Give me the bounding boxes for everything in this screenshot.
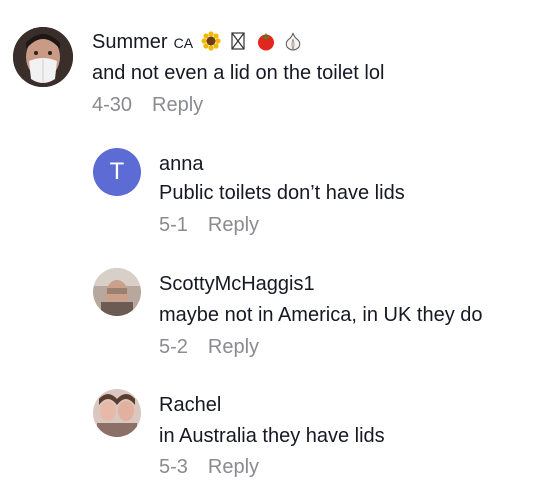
sunflower-icon bbox=[200, 31, 221, 51]
comment-text: maybe not in America, in UK they do bbox=[159, 304, 483, 326]
comment-username[interactable]: ScottyMcHaggis1 bbox=[159, 273, 315, 296]
reply-item: ScottyMcHaggis1 maybe not in America, in… bbox=[0, 262, 544, 372]
avatar[interactable] bbox=[93, 389, 141, 437]
comment-username[interactable]: Summer CA bbox=[92, 31, 303, 54]
comment-date: 5-1 bbox=[159, 214, 188, 236]
comment-item: Summer CA and not even a lid on the toile… bbox=[0, 0, 544, 130]
comment-text: in Australia they have lids bbox=[159, 425, 385, 447]
comment-text: Public toilets don’t have lids bbox=[159, 182, 405, 204]
reply-button[interactable]: Reply bbox=[152, 94, 203, 116]
comment-meta: 5-1 Reply bbox=[159, 214, 259, 237]
avatar[interactable] bbox=[13, 27, 73, 87]
comment-date: 5-3 bbox=[159, 456, 188, 478]
reply-item: Rachel in Australia they have lids 5-3 Re… bbox=[0, 383, 544, 486]
location-badge: CA bbox=[173, 35, 194, 51]
comment-text: and not even a lid on the toilet lol bbox=[92, 62, 385, 84]
comment-meta: 5-2 Reply bbox=[159, 336, 259, 359]
username-text: Summer bbox=[92, 31, 168, 53]
avatar[interactable]: T bbox=[93, 148, 141, 196]
garlic-icon bbox=[285, 32, 301, 51]
tomato-icon bbox=[257, 33, 274, 51]
comment-username[interactable]: Rachel bbox=[159, 394, 221, 417]
comment-username[interactable]: anna bbox=[159, 153, 204, 176]
comment-meta: 4-30 Reply bbox=[92, 94, 203, 117]
avatar[interactable] bbox=[93, 268, 141, 316]
reply-item: T anna Public toilets don’t have lids 5-… bbox=[0, 140, 544, 250]
comment-meta: 5-3 Reply bbox=[159, 456, 259, 479]
reply-button[interactable]: Reply bbox=[208, 214, 259, 236]
comment-date: 5-2 bbox=[159, 336, 188, 358]
comment-date: 4-30 bbox=[92, 94, 133, 116]
hourglass-icon bbox=[231, 32, 245, 50]
reply-button[interactable]: Reply bbox=[208, 336, 259, 358]
reply-button[interactable]: Reply bbox=[208, 456, 259, 478]
